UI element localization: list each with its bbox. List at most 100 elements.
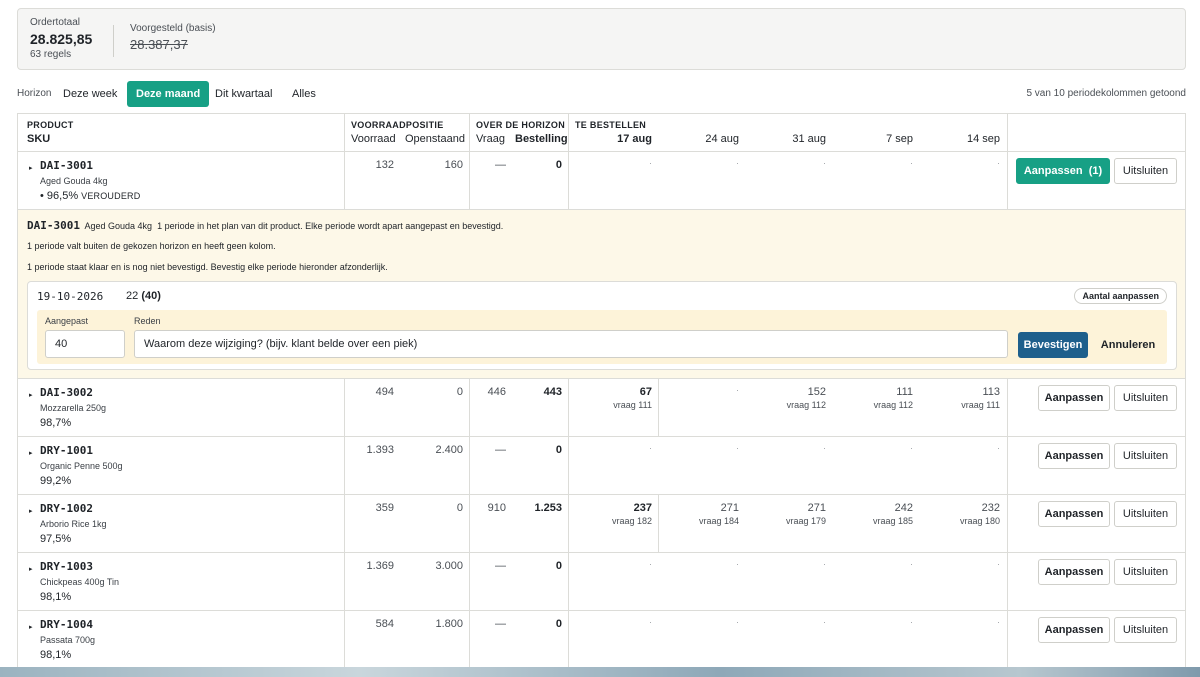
adjust-quantity-pill[interactable]: Aantal aanpassen xyxy=(1074,288,1167,304)
row-order: 0 xyxy=(555,159,562,171)
row-stock: 584 xyxy=(375,618,394,630)
row-service-level: 98,1% xyxy=(40,649,72,661)
header-period-2: 24 aug xyxy=(705,133,739,145)
row-service-level: • 96,5% VEROUDERD xyxy=(40,190,141,202)
col-divider xyxy=(469,437,470,495)
col-divider xyxy=(1007,152,1008,210)
panel-note-outside-horizon: 1 periode valt buiten de gekozen horizon… xyxy=(27,241,276,251)
exclude-button[interactable]: Uitsluiten xyxy=(1114,443,1177,469)
col-divider xyxy=(344,611,345,669)
caret-right-icon[interactable]: ▸ xyxy=(29,623,33,631)
exclude-button[interactable]: Uitsluiten xyxy=(1114,158,1177,184)
adjust-button[interactable]: Aanpassen (1) xyxy=(1016,158,1110,184)
desktop-background xyxy=(0,667,1200,677)
row-open: 0 xyxy=(456,386,463,398)
period-cell: · xyxy=(736,158,739,168)
row-demand: 910 xyxy=(487,502,506,514)
header-product: PRODUCT xyxy=(27,120,74,130)
period-demand: vraag 112 xyxy=(873,400,913,410)
col-divider xyxy=(568,152,569,210)
row-product-name: Mozzarella 250g xyxy=(40,403,107,413)
period-cell: · xyxy=(736,443,739,453)
caret-right-icon[interactable]: ▸ xyxy=(29,565,33,573)
table-row[interactable]: ▸ DRY-1002 Arborio Rice 1kg 97,5% 359 0 … xyxy=(18,495,1185,553)
table-row[interactable]: ▸ DRY-1004 Passata 700g 98,1% 584 1.800 … xyxy=(18,611,1185,669)
adjust-panel: DAI-3001 Aged Gouda 4kg 1 periode in het… xyxy=(18,210,1185,379)
col-divider xyxy=(344,152,345,210)
row-order: 0 xyxy=(555,618,562,630)
horizon-bar: Horizon Deze week Deze maand Dit kwartaa… xyxy=(17,81,1186,107)
col-divider xyxy=(568,553,569,611)
row-sku: DRY-1004 xyxy=(40,618,93,631)
row-demand: — xyxy=(495,560,506,572)
header-period-1: 17 aug xyxy=(617,133,652,145)
exclude-button[interactable]: Uitsluiten xyxy=(1114,501,1177,527)
row-stock: 359 xyxy=(375,502,394,514)
order-total-lines: 63 regels xyxy=(30,49,72,60)
period-cell: · xyxy=(910,443,913,453)
period-cell: 67 xyxy=(639,386,652,398)
period-cell: · xyxy=(649,617,652,627)
table-row[interactable]: ▸ DAI-3002 Mozzarella 250g 98,7% 494 0 4… xyxy=(18,379,1185,437)
col-divider xyxy=(568,437,569,495)
row-product-name: Organic Penne 500g xyxy=(40,461,123,471)
col-divider xyxy=(469,114,470,152)
summary-divider xyxy=(113,25,114,57)
row-stock: 1.393 xyxy=(366,444,394,456)
period-cell: 271 xyxy=(720,502,739,514)
table-row[interactable]: ▸ DRY-1001 Organic Penne 500g 99,2% 1.39… xyxy=(18,437,1185,495)
row-product-name: Chickpeas 400g Tin xyxy=(40,577,120,587)
row-open: 160 xyxy=(444,159,463,171)
period-cell: · xyxy=(997,443,1000,453)
row-stock: 494 xyxy=(375,386,394,398)
cancel-button[interactable]: Annuleren xyxy=(1095,332,1161,358)
col-divider xyxy=(344,114,345,152)
col-divider xyxy=(1007,553,1008,611)
table-row[interactable]: ▸ DAI-3001 Aged Gouda 4kg • 96,5% VEROUDE… xyxy=(18,152,1185,210)
tab-dit-kwartaal[interactable]: Dit kwartaal xyxy=(206,81,281,107)
col-divider xyxy=(469,152,470,210)
exclude-button[interactable]: Uitsluiten xyxy=(1114,385,1177,411)
col-divider xyxy=(568,495,569,553)
col-divider xyxy=(1007,114,1008,152)
adjusted-quantity-input[interactable]: 40 xyxy=(45,330,125,358)
period-demand: vraag 182 xyxy=(611,516,652,526)
confirm-button[interactable]: Bevestigen xyxy=(1018,332,1088,358)
period-cell: 242 xyxy=(894,502,913,514)
tab-deze-week[interactable]: Deze week xyxy=(54,81,126,107)
period-adjust-card: 19-10-2026 22 (40) Aantal aanpassen Aang… xyxy=(27,281,1177,370)
panel-intro: DAI-3001 Aged Gouda 4kg 1 periode in het… xyxy=(27,219,504,232)
col-divider xyxy=(344,495,345,553)
table-row[interactable]: ▸ DRY-1003 Chickpeas 400g Tin 98,1% 1.36… xyxy=(18,553,1185,611)
reason-input[interactable]: Waarom deze wijziging? (bijv. klant beld… xyxy=(134,330,1008,358)
row-order: 0 xyxy=(555,560,562,572)
header-stock-position: VOORRAADPOSITIE xyxy=(351,120,444,130)
col-divider xyxy=(568,114,569,152)
adjust-button[interactable]: Aanpassen xyxy=(1038,501,1110,527)
tab-alles[interactable]: Alles xyxy=(283,81,325,107)
header-stock: Voorraad xyxy=(351,133,396,145)
exclude-button[interactable]: Uitsluiten xyxy=(1114,559,1177,585)
horizon-label: Horizon xyxy=(17,88,52,99)
adjust-button[interactable]: Aanpassen xyxy=(1038,443,1110,469)
col-divider xyxy=(344,437,345,495)
caret-right-icon[interactable]: ▸ xyxy=(29,449,33,457)
caret-right-icon[interactable]: ▸ xyxy=(29,507,33,515)
col-divider xyxy=(1007,611,1008,669)
header-period-3: 31 aug xyxy=(792,133,826,145)
period-demand: vraag 111 xyxy=(961,400,1000,410)
period-cell: · xyxy=(823,158,826,168)
adjust-button[interactable]: Aanpassen xyxy=(1038,385,1110,411)
period-demand: vraag 185 xyxy=(872,516,913,526)
caret-down-icon[interactable]: ▸ xyxy=(29,164,33,172)
caret-right-icon[interactable]: ▸ xyxy=(29,391,33,399)
exclude-button[interactable]: Uitsluiten xyxy=(1114,617,1177,643)
period-cell: · xyxy=(823,559,826,569)
adjust-button[interactable]: Aanpassen xyxy=(1038,559,1110,585)
row-service-level: 99,2% xyxy=(40,475,72,487)
col-divider xyxy=(1007,437,1008,495)
header-period-5: 14 sep xyxy=(966,133,1000,145)
row-open: 0 xyxy=(456,502,463,514)
adjust-button[interactable]: Aanpassen xyxy=(1038,617,1110,643)
tab-deze-maand[interactable]: Deze maand xyxy=(127,81,210,107)
